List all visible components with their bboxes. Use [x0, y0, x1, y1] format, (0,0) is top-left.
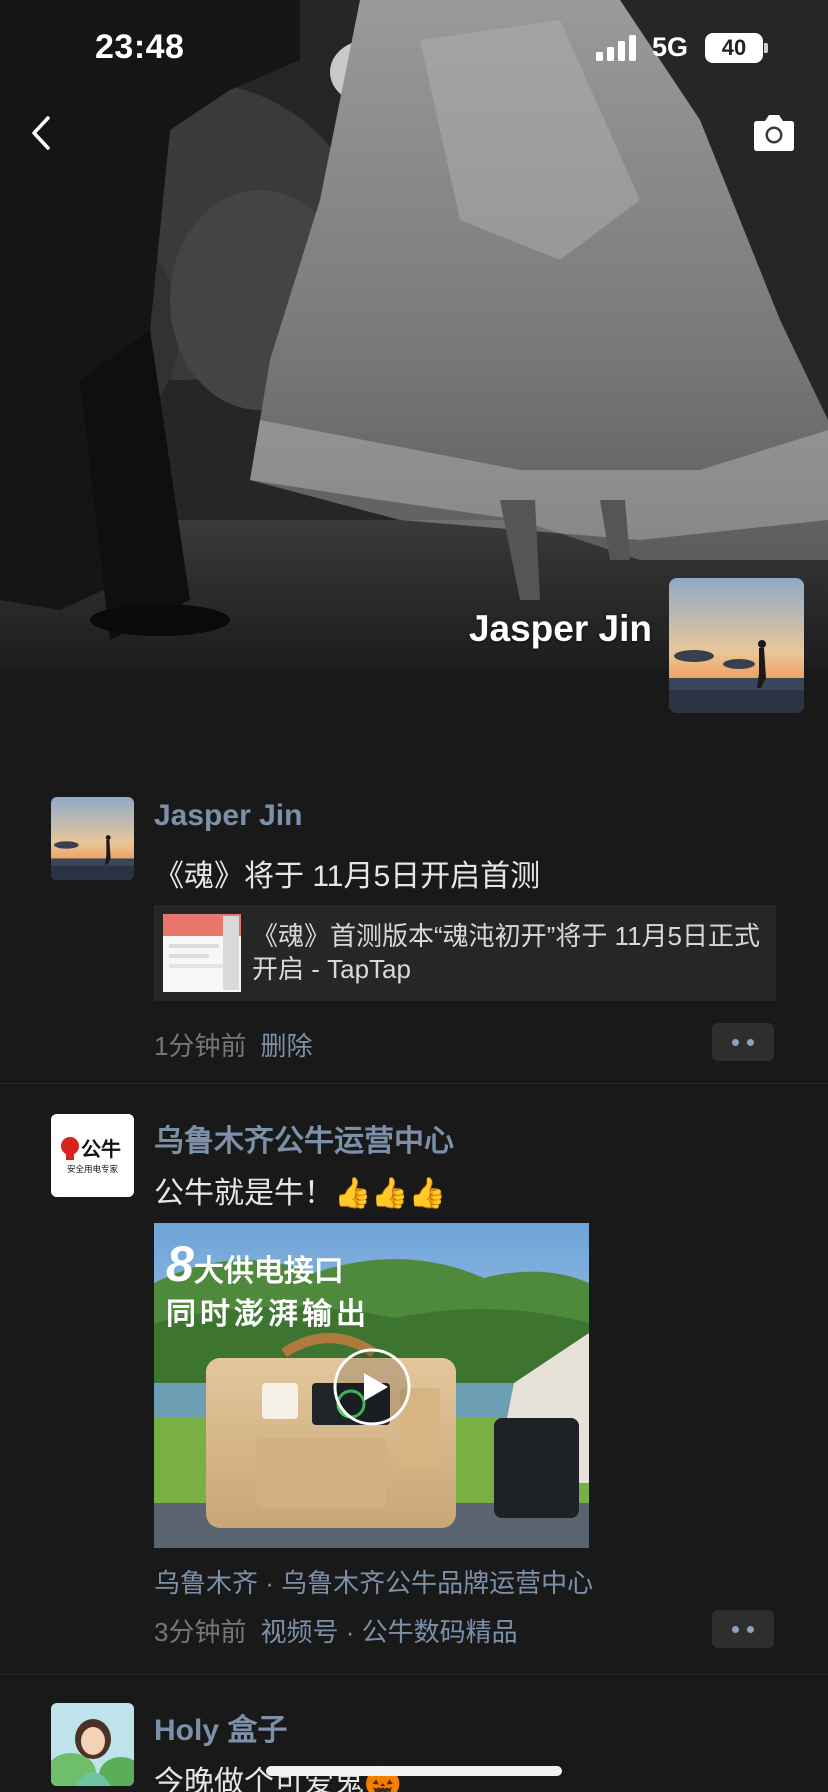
post-time: 1分钟前: [154, 1031, 247, 1061]
avatar[interactable]: 公牛 安全用电专家: [51, 1114, 134, 1197]
post-author[interactable]: Holy 盒子: [154, 1705, 287, 1749]
page-thumbnail-image: [163, 914, 241, 992]
link-thumbnail: [163, 914, 241, 992]
post-author[interactable]: Jasper Jin: [154, 799, 302, 833]
link-card[interactable]: 《魂》首测版本“魂沌初开”将于 11月5日正式开启 - TapTap: [154, 905, 776, 1001]
home-indicator[interactable]: [266, 1766, 562, 1776]
battery-tip: [764, 43, 768, 53]
post-author[interactable]: 乌鲁木齐公牛运营中心: [154, 1116, 454, 1160]
network-type: 5G: [652, 32, 689, 62]
camera-icon[interactable]: [750, 112, 798, 154]
post-source[interactable]: 乌鲁木齐 · 乌鲁木齐公牛品牌运营中心: [154, 1563, 593, 1600]
back-icon[interactable]: [22, 108, 66, 158]
sunset-avatar-image: [669, 578, 804, 713]
video-subheadline: 同时澎湃输出: [166, 1298, 370, 1331]
profile-name[interactable]: Jasper Jin: [469, 608, 652, 650]
video-headline: 8大供电接口: [166, 1235, 344, 1293]
more-icon[interactable]: [712, 1023, 774, 1061]
play-icon[interactable]: [332, 1347, 412, 1427]
divider: [0, 1674, 828, 1675]
brand-logo-text: 公牛: [81, 1137, 121, 1161]
profile-avatar[interactable]: [669, 578, 804, 713]
video-thumbnail[interactable]: 8大供电接口 同时澎湃输出: [154, 1223, 589, 1548]
post-meta: 1分钟前 删除: [154, 1026, 312, 1063]
cover-scene-image: [0, 0, 828, 670]
avatar[interactable]: [51, 797, 134, 880]
cover-photo[interactable]: 23:48 5G 40 Jasper Jin: [0, 0, 828, 670]
video-headline-number: 8: [166, 1236, 194, 1292]
video-headline-text: 大供电接口: [193, 1255, 344, 1288]
sunset-avatar-image: [51, 797, 134, 880]
status-time: 23:48: [95, 28, 185, 66]
post-time: 3分钟前: [154, 1617, 247, 1647]
more-icon[interactable]: [712, 1610, 774, 1648]
battery-icon: 40: [705, 33, 763, 63]
link-title: 《魂》首测版本“魂沌初开”将于 11月5日正式开启 - TapTap: [252, 921, 760, 984]
signal-icon: [596, 35, 636, 61]
post-meta: 3分钟前 视频号 · 公牛数码精品: [154, 1612, 518, 1649]
cartoon-avatar-image: [51, 1703, 134, 1786]
status-bar: 23:48 5G 40: [0, 0, 828, 100]
post-text: 《魂》将于 11月5日开启首测: [154, 860, 541, 893]
delete-link[interactable]: 删除: [260, 1031, 312, 1061]
brand-logo: 公牛 安全用电专家: [51, 1114, 134, 1197]
divider: [0, 1083, 828, 1084]
channel-link[interactable]: 视频号 · 公牛数码精品: [260, 1617, 517, 1647]
brand-logo-subtext: 安全用电专家: [67, 1164, 119, 1175]
post-text: 公牛就是牛！👍👍👍: [154, 1177, 447, 1210]
avatar[interactable]: [51, 1703, 134, 1786]
